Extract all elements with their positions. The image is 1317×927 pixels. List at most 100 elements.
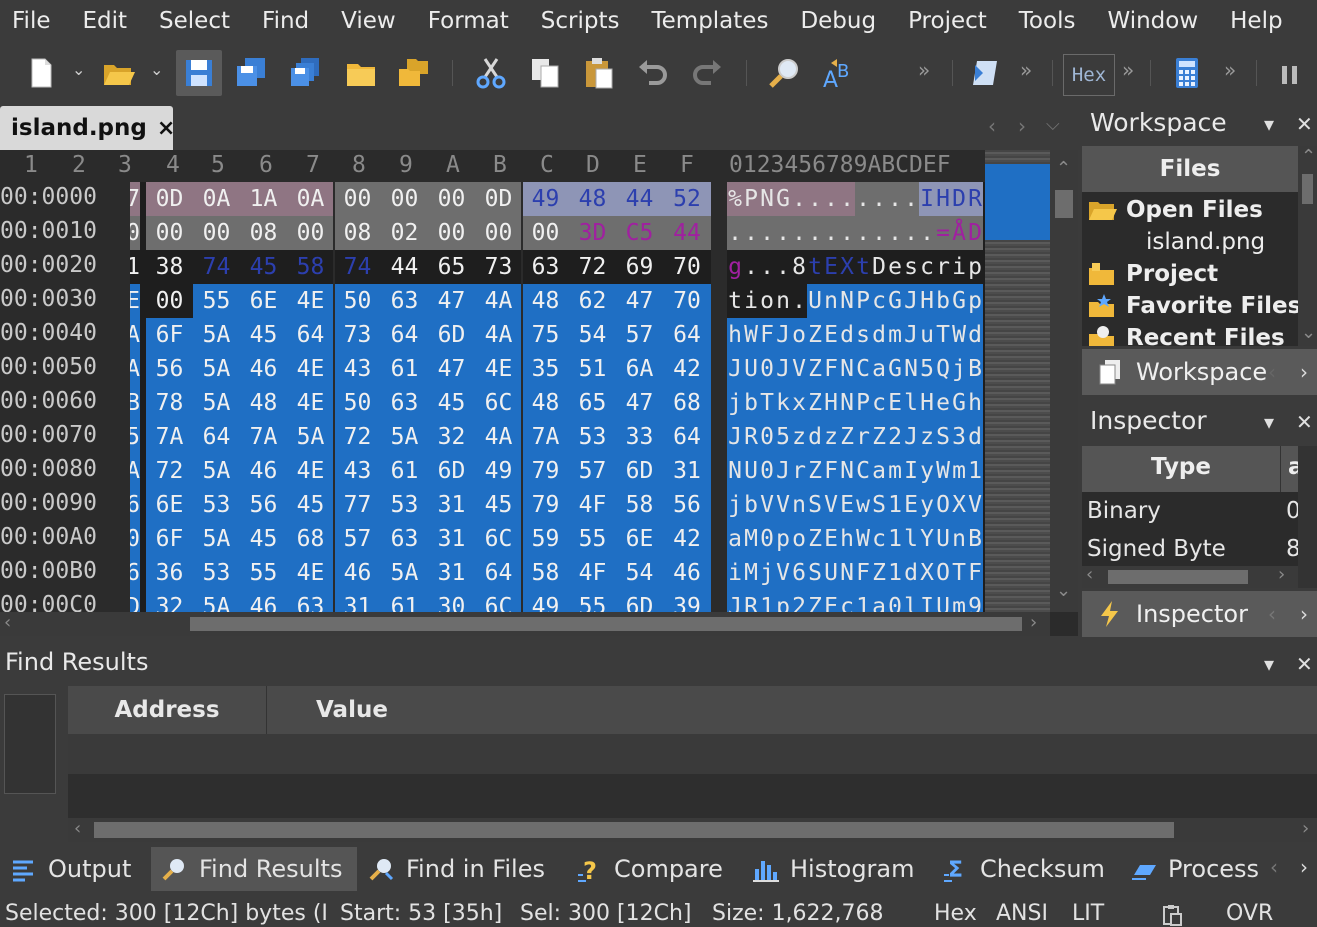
ascii-char[interactable]: i — [951, 250, 967, 284]
hex-byte[interactable]: 6F — [146, 522, 193, 556]
ascii-char[interactable]: . — [855, 182, 871, 216]
hex-byte[interactable]: 50 — [334, 284, 381, 318]
status-mode[interactable]: Hex — [934, 901, 977, 926]
hex-byte[interactable]: 55 — [569, 590, 616, 612]
ascii-char[interactable]: . — [807, 182, 823, 216]
hex-byte[interactable]: 68 — [663, 386, 711, 420]
hex-byte[interactable]: 6E — [240, 284, 287, 318]
ascii-char[interactable]: 6 — [791, 556, 807, 590]
chevron-down-icon[interactable]: ⌄ — [72, 60, 85, 79]
toolbar-overflow-icon[interactable]: » — [1224, 58, 1236, 82]
ascii-char[interactable]: E — [823, 522, 839, 556]
menu-find[interactable]: Find — [246, 0, 325, 44]
ascii-char[interactable]: m — [887, 318, 903, 352]
ascii-char[interactable]: J — [903, 420, 919, 454]
ascii-char[interactable]: b — [743, 488, 759, 522]
hex-byte[interactable]: 4E — [287, 352, 334, 386]
hex-byte[interactable]: 74 — [334, 250, 381, 284]
ascii-char[interactable]: j — [727, 386, 743, 420]
hex-byte[interactable]: 6A — [616, 352, 663, 386]
ascii-char[interactable]: T — [759, 386, 775, 420]
toolbar-overflow-icon[interactable]: » — [918, 58, 930, 82]
hex-row[interactable]: A 72 5A 46 4E 43 61 6D 49 79 57 6D 31 — [130, 454, 711, 488]
hex-byte[interactable]: 55 — [193, 284, 240, 318]
hex-byte[interactable]: 5A — [193, 352, 240, 386]
ascii-char[interactable]: O — [935, 556, 951, 590]
scroll-left-icon[interactable]: ‹ — [4, 612, 11, 633]
hex-byte[interactable]: 0D — [146, 182, 193, 216]
hex-byte[interactable]: 6E — [146, 488, 193, 522]
hex-byte[interactable]: 5 — [130, 420, 140, 454]
vertical-scrollbar[interactable]: ⌃ ⌄ — [1298, 146, 1317, 346]
hex-byte[interactable]: 31 — [428, 522, 475, 556]
ascii-char[interactable]: C — [855, 352, 871, 386]
hex-byte[interactable]: 46 — [334, 556, 381, 590]
menu-debug[interactable]: Debug — [784, 0, 892, 44]
hex-byte[interactable]: 45 — [240, 522, 287, 556]
hex-byte[interactable]: E — [130, 284, 140, 318]
save-button[interactable] — [176, 50, 222, 96]
hex-byte[interactable]: 3D — [569, 216, 616, 250]
ascii-char[interactable]: U — [935, 522, 951, 556]
hex-byte[interactable]: 55 — [240, 556, 287, 590]
ascii-char[interactable]: d — [903, 556, 919, 590]
table-row[interactable] — [68, 734, 1317, 774]
ascii-char[interactable]: M — [743, 522, 759, 556]
hex-byte[interactable]: 02 — [381, 216, 428, 250]
hex-byte[interactable]: 72 — [146, 454, 193, 488]
ascii-char[interactable]: . — [919, 216, 935, 250]
ascii-char[interactable]: I — [919, 182, 935, 216]
ascii-char[interactable]: J — [727, 420, 743, 454]
ascii-char[interactable]: E — [887, 386, 903, 420]
ascii-char[interactable]: T — [951, 556, 967, 590]
find-results-sidebar[interactable] — [4, 694, 56, 794]
panel-menu-icon[interactable]: ▾ — [1264, 410, 1274, 434]
hex-byte[interactable]: 1 — [130, 250, 140, 284]
ascii-char[interactable]: 9 — [967, 590, 983, 612]
tab-find-results[interactable]: Find Results — [151, 847, 357, 891]
chevron-left-icon[interactable]: ‹ — [1270, 855, 1278, 879]
hex-byte[interactable]: B — [130, 386, 140, 420]
ascii-char[interactable]: i — [743, 284, 759, 318]
ascii-char[interactable]: F — [823, 454, 839, 488]
ascii-char[interactable]: E — [823, 318, 839, 352]
menu-tools[interactable]: Tools — [1003, 0, 1092, 44]
hex-byte[interactable]: 53 — [381, 488, 428, 522]
redo-button[interactable] — [684, 50, 730, 96]
hex-byte[interactable]: 00 — [334, 182, 381, 216]
ascii-row[interactable]: hWFJoZEdsdmJuTWd — [727, 318, 985, 352]
close-icon[interactable]: ✕ — [1296, 112, 1313, 136]
tree-item-file[interactable]: island.png — [1146, 226, 1265, 258]
ascii-char[interactable]: i — [727, 556, 743, 590]
document-tab[interactable]: island.png × — [0, 106, 175, 150]
ascii-char[interactable]: J — [903, 284, 919, 318]
ascii-char[interactable]: Z — [807, 454, 823, 488]
ascii-char[interactable]: c — [919, 250, 935, 284]
hex-row[interactable]: 6 6E 53 56 45 77 53 31 45 79 4F 58 56 — [130, 488, 711, 522]
menu-file[interactable]: File — [0, 0, 67, 44]
hex-byte[interactable]: 63 — [381, 522, 428, 556]
ascii-char[interactable]: N — [759, 182, 775, 216]
hex-byte[interactable]: 68 — [287, 522, 334, 556]
ascii-char[interactable]: d — [871, 318, 887, 352]
hex-row[interactable]: A 56 5A 46 4E 43 61 47 4E 35 51 6A 42 — [130, 352, 711, 386]
ascii-char[interactable]: Z — [871, 556, 887, 590]
ascii-char[interactable]: X — [951, 488, 967, 522]
ascii-char[interactable]: V — [791, 352, 807, 386]
ascii-char[interactable]: M — [743, 556, 759, 590]
ascii-char[interactable]: U — [743, 352, 759, 386]
ascii-char[interactable]: W — [855, 522, 871, 556]
chevron-left-icon[interactable]: ‹ — [1268, 602, 1276, 626]
hex-byte[interactable]: 6E — [616, 522, 663, 556]
ascii-char[interactable]: h — [727, 318, 743, 352]
ascii-char[interactable]: o — [759, 284, 775, 318]
hex-byte[interactable]: A — [130, 454, 140, 488]
hex-byte[interactable]: 42 — [663, 522, 711, 556]
ascii-char[interactable]: 3 — [951, 420, 967, 454]
cut-button[interactable] — [468, 50, 514, 96]
hex-byte[interactable]: 48 — [240, 386, 287, 420]
ascii-char[interactable]: N — [903, 352, 919, 386]
ascii-char[interactable]: 0 — [759, 522, 775, 556]
scroll-right-icon[interactable]: › — [1278, 564, 1285, 585]
ascii-char[interactable]: y — [919, 488, 935, 522]
